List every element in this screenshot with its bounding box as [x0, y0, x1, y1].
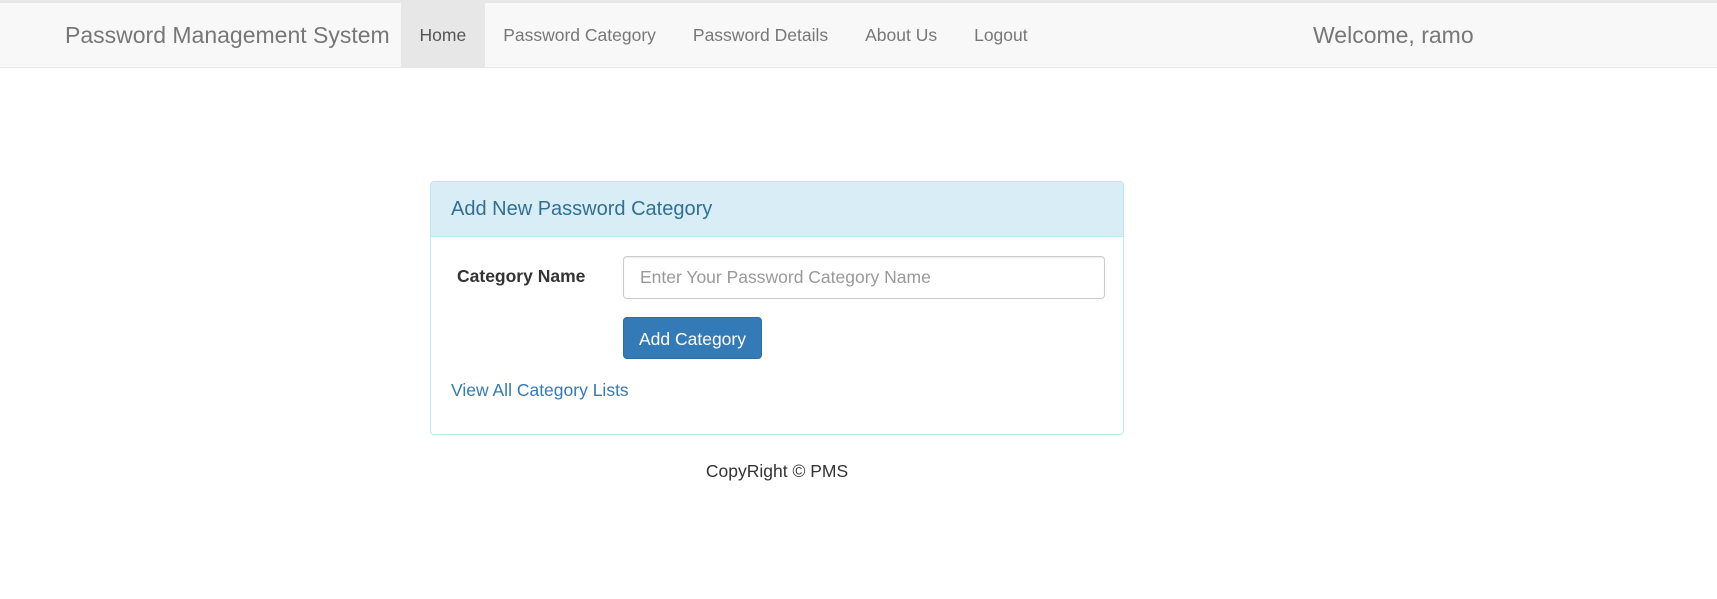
category-name-label: Category Name — [457, 266, 586, 286]
brand-title[interactable]: Password Management System — [65, 3, 390, 67]
add-category-button[interactable]: Add Category — [623, 317, 762, 359]
nav-item-password-details[interactable]: Password Details — [674, 3, 846, 67]
nav-item-password-category[interactable]: Password Category — [485, 3, 675, 67]
add-category-panel: Add New Password Category Category Name … — [430, 181, 1124, 435]
nav-item-about-us[interactable]: About Us — [847, 3, 956, 67]
welcome-user-text: Welcome, ramo — [1313, 22, 1474, 48]
nav-item-logout[interactable]: Logout — [956, 3, 1047, 67]
panel-heading: Add New Password Category — [431, 182, 1123, 237]
view-all-categories-link[interactable]: View All Category Lists — [451, 380, 629, 401]
nav-menu: Home Password Category Password Details … — [401, 3, 1046, 67]
category-name-input[interactable] — [623, 256, 1105, 299]
nav-item-home[interactable]: Home — [401, 3, 485, 67]
footer-copyright: CopyRight © PMS — [705, 461, 849, 481]
navbar: Password Management System Home Password… — [0, 3, 1717, 68]
